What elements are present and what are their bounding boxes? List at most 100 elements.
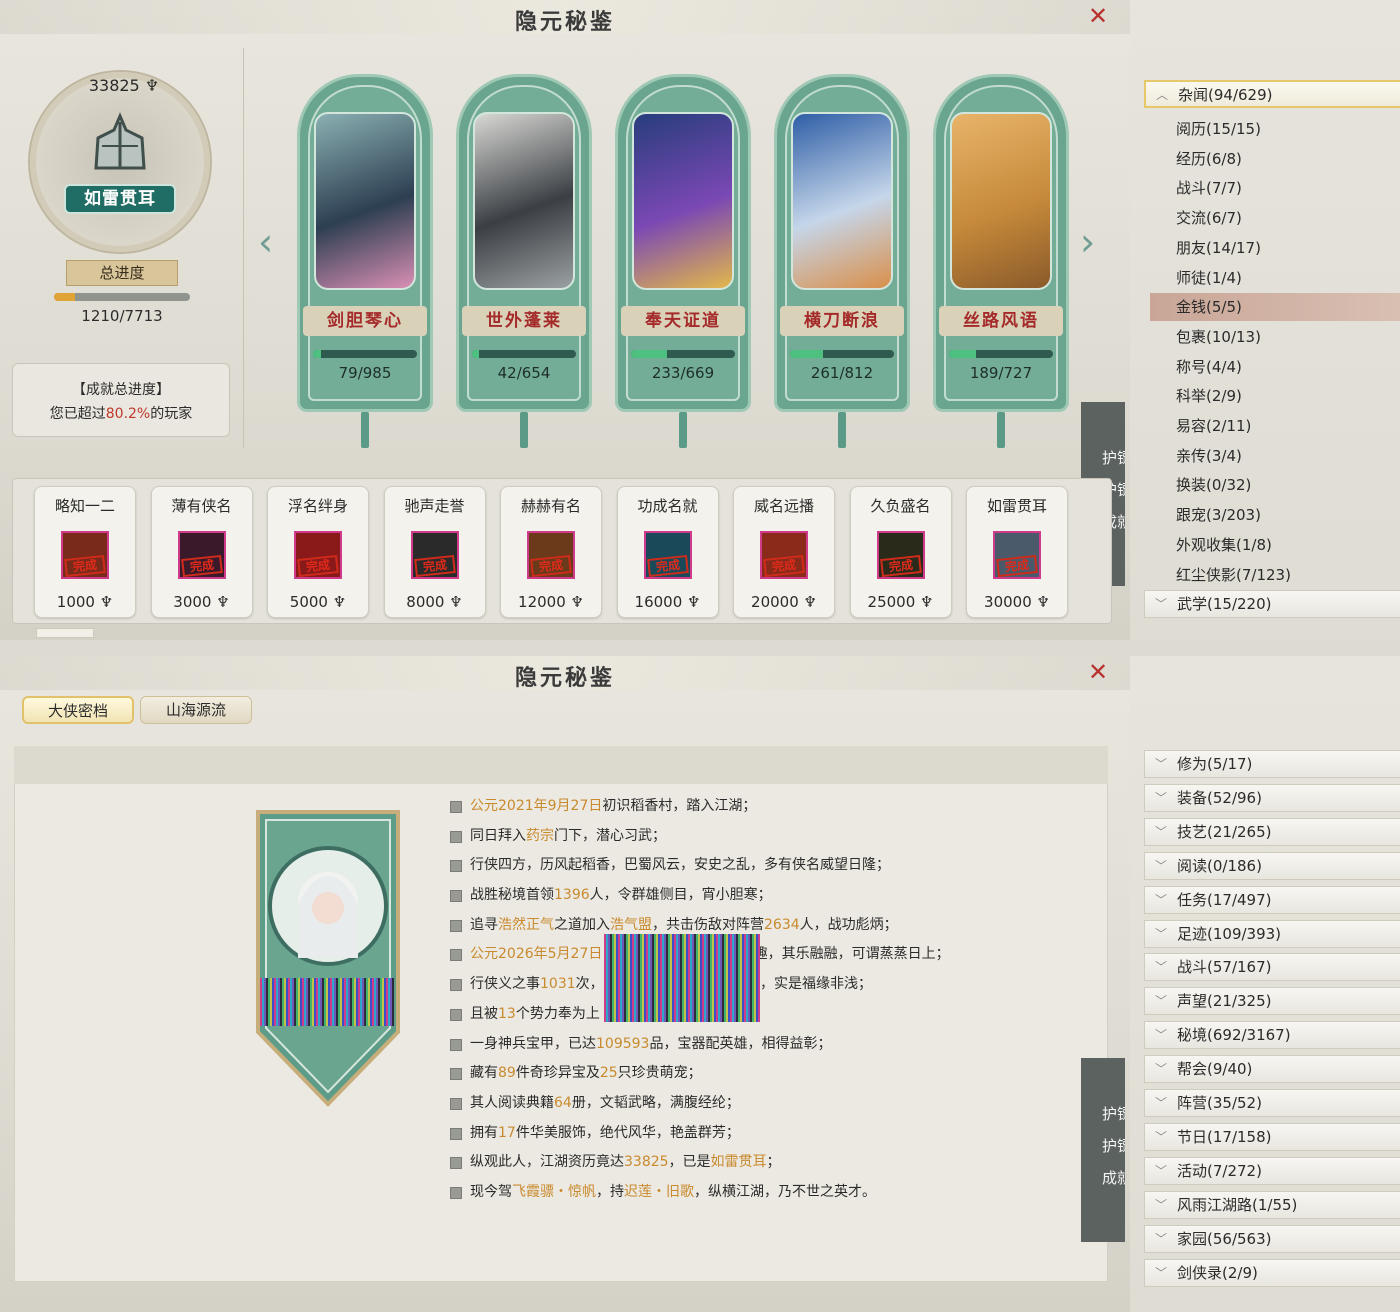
- next-arrow-icon[interactable]: ›: [1080, 220, 1095, 264]
- category-header[interactable]: ﹀ 风雨江湖路(1/55): [1144, 1190, 1400, 1219]
- series-card[interactable]: 剑胆琴心 79/985: [297, 74, 433, 448]
- category-header[interactable]: ﹀ 活动(7/272): [1144, 1156, 1400, 1185]
- bio-text: 只珍贵萌宠；: [617, 1065, 702, 1082]
- tier-value: 3000 ♆: [173, 593, 230, 611]
- card-artwork: [314, 112, 416, 290]
- category-header[interactable]: ﹀ 秘境(692/3167): [1144, 1021, 1400, 1050]
- completed-stamp: 完成: [64, 554, 106, 577]
- tier-value: 1000 ♆: [56, 593, 114, 611]
- prev-arrow-icon[interactable]: ‹: [258, 220, 273, 264]
- bio-text: 行侠四方，历风起稻香，巴蜀风云，安史之乱，多有侠名威望日隆；: [470, 857, 890, 874]
- sidebar-subitem[interactable]: 称号(4/4): [1150, 353, 1400, 381]
- category-header[interactable]: ﹀ 剑侠录(2/9): [1144, 1258, 1400, 1287]
- sidebar-subitem[interactable]: 交流(6/7): [1150, 204, 1400, 232]
- highlight-text: 25: [599, 1065, 618, 1082]
- sidebar-subitem[interactable]: 包裹(10/13): [1150, 323, 1400, 351]
- category-header-misc[interactable]: ︿ 杂闻(94/629): [1144, 80, 1400, 108]
- sidebar-subitem[interactable]: 外观收集(1/8): [1150, 531, 1400, 559]
- card-artwork: [632, 112, 734, 290]
- series-card[interactable]: 横刀断浪 261/812: [774, 74, 910, 448]
- series-card[interactable]: 世外蓬莱 42/654: [456, 74, 592, 448]
- bio-text: 件奇珍异宝及: [515, 1065, 600, 1082]
- sidebar-subitem[interactable]: 金钱(5/5): [1150, 293, 1400, 322]
- chevron-down-icon: ﹀: [1155, 597, 1168, 611]
- tier-card[interactable]: 略知一二 完成 1000 ♆: [34, 486, 136, 618]
- chevron-down-icon: ﹀: [1155, 824, 1168, 839]
- title-icon: 完成: [61, 531, 109, 579]
- category-header-martial[interactable]: ﹀ 武学(15/220): [1144, 590, 1400, 618]
- highlight-text: 13: [498, 1005, 516, 1022]
- sidebar-subitem[interactable]: 红尘侠影(7/123): [1150, 561, 1400, 589]
- highlight-text: 如雷贯耳: [710, 1154, 767, 1171]
- category-header[interactable]: ﹀ 声望(21/325): [1144, 987, 1400, 1016]
- completed-stamp: 完成: [879, 554, 922, 577]
- highlight-text: 64: [554, 1094, 572, 1111]
- title-icon: 完成: [294, 531, 342, 579]
- category-header[interactable]: ﹀ 修为(5/17): [1144, 750, 1400, 778]
- category-header[interactable]: ﹀ 节日(17/158): [1144, 1122, 1400, 1151]
- category-header[interactable]: ﹀ 技艺(21/265): [1144, 817, 1400, 846]
- sidebar-subitem[interactable]: 战斗(7/7): [1150, 174, 1400, 202]
- bio-line: 且被13个势力奉为上: [450, 1002, 1090, 1032]
- scrollbar-thumb[interactable]: [36, 628, 94, 638]
- title-bar: 隐元秘鉴 ✕: [0, 656, 1130, 691]
- tier-value: 5000 ♆: [289, 593, 347, 611]
- category-header[interactable]: ﹀ 帮会(9/40): [1144, 1055, 1400, 1084]
- card-progress-fill: [631, 350, 668, 358]
- tier-card[interactable]: 威名远播 完成 20000 ♆: [733, 486, 835, 618]
- bio-text: 一身神兵宝甲，已达: [470, 1035, 596, 1052]
- sidebar-subitem[interactable]: 科举(2/9): [1150, 382, 1400, 410]
- category-header[interactable]: ﹀ 任务(17/497): [1144, 885, 1400, 914]
- tier-card[interactable]: 如雷贯耳 完成 30000 ♆: [966, 486, 1068, 618]
- highlight-text: 109593: [596, 1035, 650, 1052]
- highlight-text: 1396: [554, 887, 590, 904]
- chevron-down-icon: ﹀: [1155, 858, 1168, 873]
- bio-text: 门下，潜心习武；: [554, 827, 666, 844]
- category-header[interactable]: ﹀ 阅读(0/186): [1144, 851, 1400, 880]
- tier-card[interactable]: 薄有侠名 完成 3000 ♆: [150, 486, 253, 618]
- qualification-icon: ♆: [94, 593, 114, 611]
- close-icon[interactable]: ✕: [1088, 4, 1108, 28]
- bio-text: 藏有: [470, 1065, 498, 1082]
- category-header[interactable]: ﹀ 家园(56/563): [1144, 1224, 1400, 1253]
- sidebar-subitem[interactable]: 经历(6/8): [1150, 145, 1400, 173]
- category-header[interactable]: ﹀ 足迹(109/393): [1144, 919, 1400, 948]
- bio-text: 拥有: [470, 1124, 498, 1141]
- bio-text: 同日拜入: [470, 827, 526, 844]
- achievement-overview-panel: 隐元秘鉴 ✕ 33825 ♆ 如雷贯耳 总进度 1210/7713 【成就总进度…: [0, 0, 1130, 640]
- card-progress-bar: [949, 350, 1053, 358]
- tab-hero-archive[interactable]: 大侠密档: [22, 696, 134, 724]
- bio-line: 拥有17件华美服饰，绝代风华，艳盖群芳；: [450, 1121, 1090, 1151]
- tab-origins[interactable]: 山海源流: [140, 696, 252, 724]
- sidebar-subitem[interactable]: 换装(0/32): [1150, 471, 1400, 499]
- sidebar-subitem[interactable]: 亲传(3/4): [1150, 442, 1400, 470]
- divider: [243, 48, 244, 448]
- category-header[interactable]: ﹀ 装备(52/96): [1144, 783, 1400, 812]
- close-icon[interactable]: ✕: [1088, 660, 1108, 684]
- sidebar-subitem[interactable]: 师徒(1/4): [1150, 264, 1400, 292]
- category-header[interactable]: ﹀ 阵营(35/52): [1144, 1089, 1400, 1117]
- tier-card[interactable]: 赫赫有名 完成 12000 ♆: [500, 486, 602, 618]
- card-progress-text: 189/727: [969, 364, 1033, 382]
- highlight-text: 2634: [764, 916, 800, 933]
- card-progress-text: 42/654: [497, 364, 551, 382]
- bio-text: 初识稻香村，踏入江湖；: [602, 798, 757, 814]
- sidebar-subitem[interactable]: 易容(2/11): [1150, 412, 1400, 440]
- tier-card[interactable]: 驰声走誉 完成 8000 ♆: [383, 486, 486, 618]
- sidebar-subitem[interactable]: 朋友(14/17): [1150, 234, 1400, 262]
- series-card[interactable]: 奉天证道 233/669: [615, 74, 751, 448]
- title-icon: 完成: [760, 531, 808, 579]
- tier-card[interactable]: 久负盛名 完成 25000 ♆: [849, 486, 952, 618]
- total-progress-label: 总进度: [66, 260, 178, 286]
- tier-card[interactable]: 功成名就 完成 16000 ♆: [616, 486, 719, 618]
- sidebar-subitem[interactable]: 阅历(15/15): [1150, 115, 1400, 143]
- chevron-down-icon: ﹀: [1155, 926, 1168, 941]
- tier-card[interactable]: 浮名绊身 完成 5000 ♆: [267, 486, 369, 618]
- bio-line: 追寻浩然正气之道加入浩气盟，共击伤敌对阵营2634人，战功彪炳；: [450, 913, 1090, 943]
- bio-text: ；: [766, 1154, 781, 1171]
- side-pullout-tab[interactable]: 护镖 护镖 成就: [1081, 1058, 1125, 1242]
- series-card[interactable]: 丝路风语 189/727: [933, 74, 1069, 448]
- category-header[interactable]: ﹀ 战斗(57/167): [1144, 953, 1400, 982]
- tier-name: 驰声走誉: [404, 497, 465, 515]
- sidebar-subitem[interactable]: 跟宠(3/203): [1150, 501, 1400, 529]
